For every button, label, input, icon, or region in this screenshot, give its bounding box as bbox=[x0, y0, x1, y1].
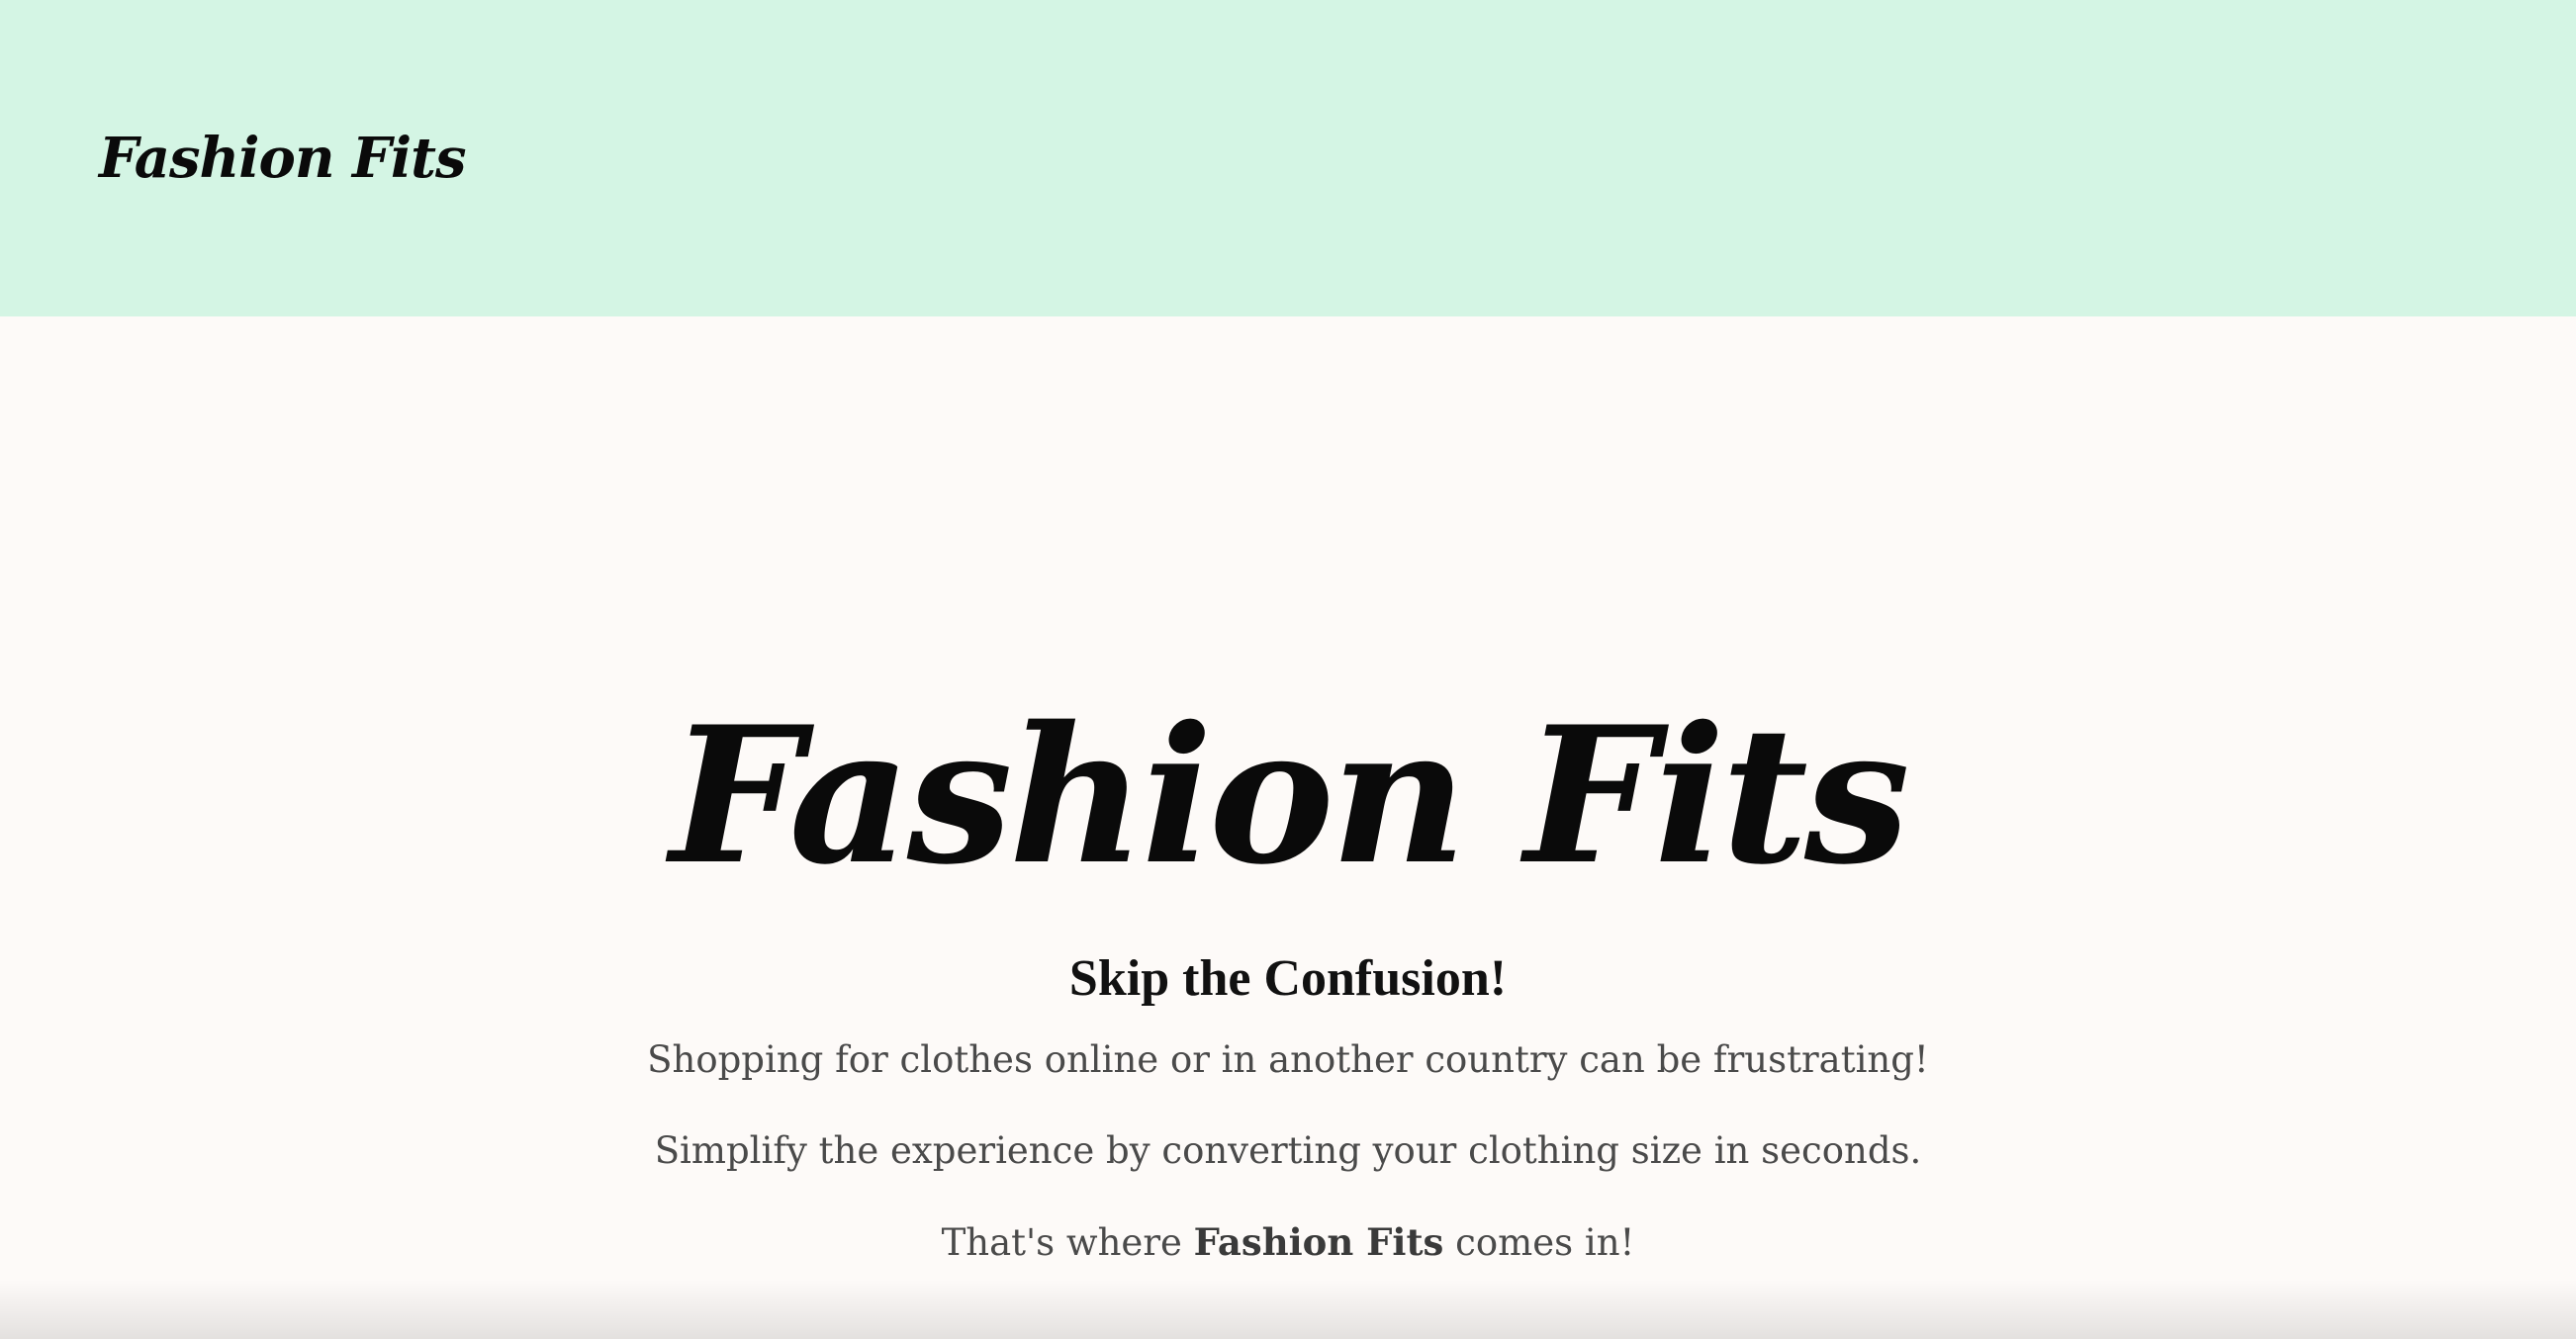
intro-heading: Skip the Confusion! bbox=[1068, 950, 1508, 1007]
intro-paragraph-3-suffix: comes in! bbox=[1443, 1221, 1635, 1264]
intro-paragraph-3: That's where Fashion Fits comes in! bbox=[0, 1216, 2576, 1269]
bottom-fade-shadow bbox=[0, 1280, 2576, 1339]
intro-paragraph-2: Simplify the experience by converting yo… bbox=[654, 1129, 1922, 1172]
header-logo[interactable]: Fashion Fits bbox=[99, 117, 466, 200]
intro-brand-name: Fashion Fits bbox=[1193, 1220, 1444, 1264]
intro-section: Skip the Confusion! Shopping for clothes… bbox=[0, 943, 2576, 1308]
site-header: Fashion Fits bbox=[0, 0, 2576, 316]
hero-title: Fashion Fits bbox=[670, 685, 1910, 907]
intro-paragraph-1: Shopping for clothes online or in anothe… bbox=[647, 1038, 1929, 1081]
main-content: Fashion Fits Skip the Confusion! Shoppin… bbox=[0, 316, 2576, 1339]
intro-paragraph-3-prefix: That's where bbox=[941, 1221, 1194, 1264]
